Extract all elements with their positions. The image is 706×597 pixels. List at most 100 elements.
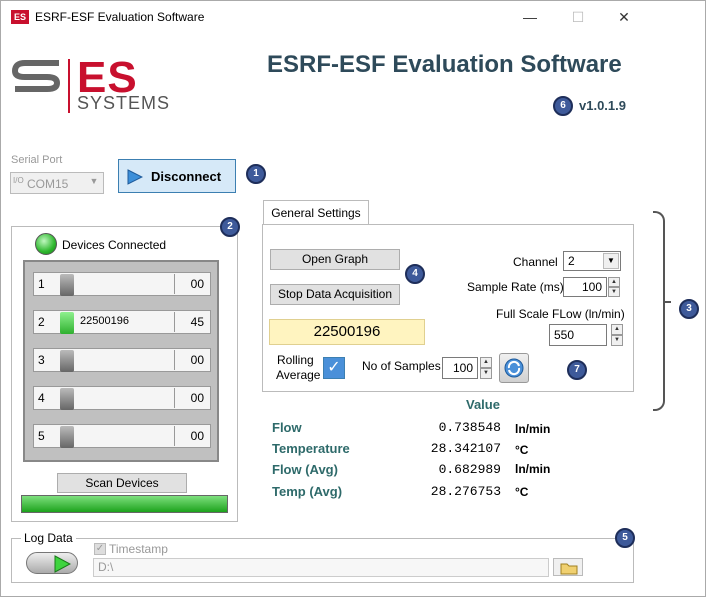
device-slider-icon bbox=[60, 274, 74, 296]
spin-down-icon[interactable]: ▼ bbox=[480, 368, 492, 379]
section-bracket bbox=[653, 211, 665, 411]
device-row[interactable]: 5 00 bbox=[33, 424, 211, 448]
channel-label: Channel bbox=[513, 255, 558, 269]
flow-avg-label: Flow (Avg) bbox=[272, 462, 338, 477]
device-number: 1 bbox=[38, 277, 45, 291]
device-number: 3 bbox=[38, 353, 45, 367]
folder-icon bbox=[560, 563, 578, 575]
refresh-button[interactable] bbox=[499, 353, 529, 383]
app-icon: ES bbox=[11, 10, 29, 24]
device-serial-display: 22500196 bbox=[269, 319, 425, 345]
device-row[interactable]: 1 00 bbox=[33, 272, 211, 296]
port-icon: I/O bbox=[13, 176, 24, 185]
refresh-icon bbox=[504, 358, 524, 378]
chevron-down-icon: ▼ bbox=[89, 176, 99, 186]
flow-avg-unit: ln/min bbox=[515, 462, 551, 476]
device-row[interactable]: 3 00 bbox=[33, 348, 211, 372]
badge-7: 7 bbox=[567, 360, 587, 380]
disconnect-button[interactable]: Disconnect bbox=[118, 159, 236, 193]
browse-button[interactable] bbox=[553, 558, 583, 576]
flow-avg-value: 0.682989 bbox=[438, 462, 501, 477]
serial-port-value: COM15 bbox=[27, 177, 69, 191]
chevron-down-icon: ▼ bbox=[603, 253, 619, 269]
temperature-value: 28.342107 bbox=[430, 441, 501, 456]
device-number: 5 bbox=[38, 429, 45, 443]
devices-connected-label: Devices Connected bbox=[62, 238, 167, 252]
average-label: Average bbox=[276, 368, 321, 382]
temperature-label: Temperature bbox=[272, 441, 350, 456]
logo-divider bbox=[68, 59, 70, 113]
temp-avg-unit: °C bbox=[515, 485, 529, 499]
title-bar: ES ESRF-ESF Evaluation Software — ☐ ✕ bbox=[1, 1, 705, 33]
device-value: 00 bbox=[174, 426, 208, 446]
sample-rate-spinner[interactable]: ▲ ▼ bbox=[608, 277, 620, 297]
channel-value: 2 bbox=[568, 254, 575, 268]
device-slider-icon bbox=[60, 426, 74, 448]
play-icon bbox=[54, 555, 71, 573]
device-id: 22500196 bbox=[80, 315, 129, 327]
temp-avg-label: Temp (Avg) bbox=[272, 484, 343, 499]
logo-subtitle: SYSTEMS bbox=[77, 93, 171, 113]
app-title: ESRF-ESF Evaluation Software bbox=[267, 51, 622, 78]
sample-rate-label: Sample Rate (ms) bbox=[467, 280, 564, 294]
flow-value: 0.738548 bbox=[438, 420, 501, 435]
disconnect-label: Disconnect bbox=[151, 169, 222, 184]
full-scale-spinner[interactable]: ▲ ▼ bbox=[611, 324, 623, 346]
timestamp-label: Timestamp bbox=[109, 542, 168, 556]
devices-list: 1 00 2 22500196 45 3 00 4 00 5 00 bbox=[23, 260, 219, 462]
value-header: Value bbox=[466, 397, 500, 412]
sample-rate-input[interactable]: 100 bbox=[563, 277, 607, 297]
timestamp-checkbox[interactable]: ✓ bbox=[94, 543, 106, 555]
stop-acquisition-button[interactable]: Stop Data Acquisition bbox=[270, 284, 400, 305]
window-title: ESRF-ESF Evaluation Software bbox=[35, 10, 205, 24]
device-row[interactable]: 2 22500196 45 bbox=[33, 310, 211, 334]
serial-port-select[interactable]: I/O COM15 ▼ bbox=[10, 172, 104, 194]
badge-1: 1 bbox=[246, 164, 266, 184]
rolling-average-checkbox[interactable]: ✓ bbox=[323, 357, 345, 379]
close-button[interactable]: ✕ bbox=[609, 7, 639, 27]
temp-avg-value: 28.276753 bbox=[430, 484, 501, 499]
device-slider-icon bbox=[60, 350, 74, 372]
scan-devices-button[interactable]: Scan Devices bbox=[57, 473, 187, 493]
connection-led-icon bbox=[35, 233, 57, 255]
maximize-button[interactable]: ☐ bbox=[563, 7, 593, 27]
flow-unit: ln/min bbox=[515, 422, 551, 436]
badge-2: 2 bbox=[220, 217, 240, 237]
device-value: 00 bbox=[174, 350, 208, 370]
device-slider-icon bbox=[60, 388, 74, 410]
log-path-input[interactable]: D:\ bbox=[93, 558, 549, 577]
channel-select[interactable]: 2 ▼ bbox=[563, 251, 621, 271]
open-graph-button[interactable]: Open Graph bbox=[270, 249, 400, 270]
samples-spinner[interactable]: ▲ ▼ bbox=[480, 357, 492, 379]
spin-up-icon[interactable]: ▲ bbox=[608, 277, 620, 287]
tab-general-settings[interactable]: General Settings bbox=[263, 200, 369, 225]
rolling-label: Rolling bbox=[277, 353, 314, 367]
device-value: 45 bbox=[174, 312, 208, 332]
full-scale-label: Full Scale FLow (ln/min) bbox=[496, 307, 625, 321]
samples-input[interactable]: 100 bbox=[442, 357, 478, 379]
badge-6: 6 bbox=[553, 96, 573, 116]
device-number: 4 bbox=[38, 391, 45, 405]
flow-label: Flow bbox=[272, 420, 302, 435]
device-row[interactable]: 4 00 bbox=[33, 386, 211, 410]
spin-down-icon[interactable]: ▼ bbox=[608, 287, 620, 297]
temperature-unit: °C bbox=[515, 443, 529, 457]
scan-progress-bar bbox=[21, 495, 228, 513]
spin-up-icon[interactable]: ▲ bbox=[611, 324, 623, 335]
log-data-title: Log Data bbox=[21, 531, 76, 545]
full-scale-input[interactable]: 550 bbox=[549, 324, 607, 346]
spin-up-icon[interactable]: ▲ bbox=[480, 357, 492, 368]
section-bracket-tip bbox=[663, 301, 671, 303]
badge-3: 3 bbox=[679, 299, 699, 319]
device-value: 00 bbox=[174, 274, 208, 294]
log-toggle-button[interactable] bbox=[26, 552, 78, 574]
spin-down-icon[interactable]: ▼ bbox=[611, 335, 623, 346]
main-window: ES ESRF-ESF Evaluation Software — ☐ ✕ ES… bbox=[0, 0, 706, 597]
device-value: 00 bbox=[174, 388, 208, 408]
minimize-button[interactable]: — bbox=[515, 7, 545, 27]
serial-port-label: Serial Port bbox=[11, 154, 63, 166]
version-label: v1.0.1.9 bbox=[579, 98, 626, 113]
badge-5: 5 bbox=[615, 528, 635, 548]
badge-4: 4 bbox=[405, 264, 425, 284]
logo-mark-icon bbox=[11, 60, 61, 92]
